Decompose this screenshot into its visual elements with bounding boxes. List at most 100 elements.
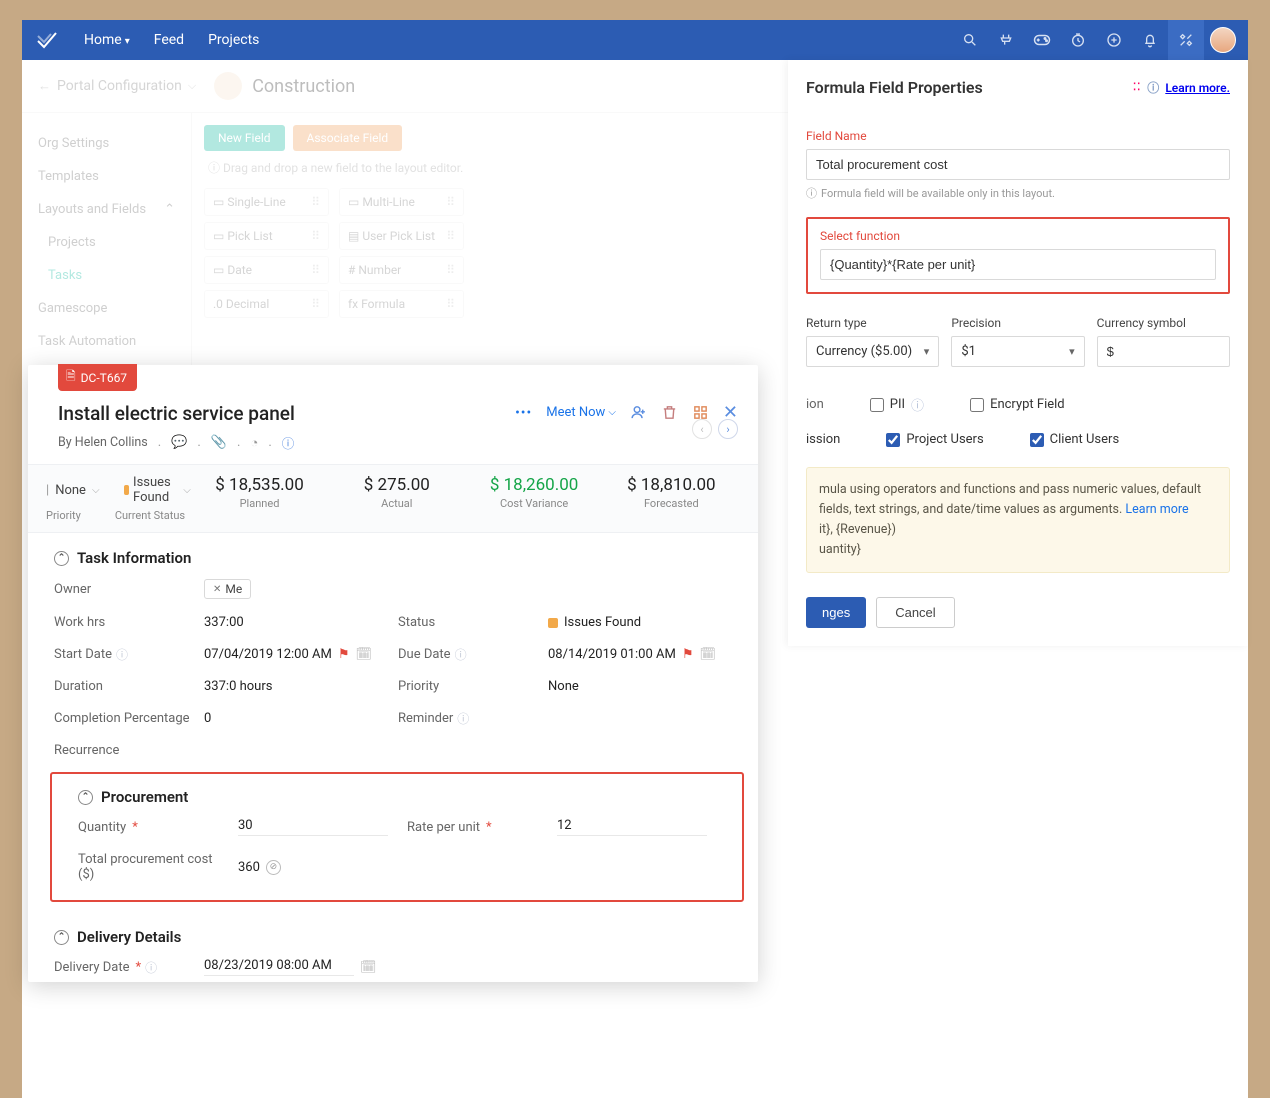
task-title: Install electric service panel (58, 402, 295, 425)
nav-projects[interactable]: Projects (196, 32, 271, 48)
timer-icon[interactable]: ◔ (250, 435, 258, 451)
calendar-icon[interactable]: 🗓 (360, 960, 377, 975)
completion-value[interactable]: 0 (204, 710, 388, 727)
info-icon[interactable]: ⓘ (282, 433, 295, 452)
bell-icon[interactable] (1132, 20, 1168, 60)
delivery-date-value[interactable]: 08/23/2019 08:00 AM 🗓 (204, 958, 732, 976)
associate-field-button[interactable]: Associate Field (293, 125, 403, 151)
help-icon[interactable]: ⓘ (116, 646, 128, 663)
work-hrs-value: 337:00 (204, 615, 388, 630)
nav-home[interactable]: Home▾ (72, 32, 142, 48)
search-icon[interactable] (952, 20, 988, 60)
completion-label: Completion Percentage (54, 710, 194, 727)
task-metrics: |None⌵ Issues Found⌵ PriorityCurrent Sta… (28, 464, 758, 533)
help-icon[interactable]: ⓘ (145, 959, 157, 976)
next-task-button[interactable]: › (718, 419, 738, 439)
field-date[interactable]: ▭ Date⠿ (204, 256, 329, 284)
total-procurement-label: Total procurement cost ($) (78, 852, 228, 882)
top-nav: Home▾ Feed Projects (22, 20, 1248, 60)
back-icon[interactable]: ← (38, 78, 51, 94)
nav-feed[interactable]: Feed (142, 32, 196, 48)
precision-select[interactable]: $1 (951, 336, 1084, 367)
sidenav-gamescope[interactable]: Gamescope (38, 292, 175, 325)
more-menu[interactable]: ••• (515, 405, 532, 421)
formula-properties-panel: Formula Field Properties ⁚⁚ ⓘ Learn more… (788, 60, 1248, 646)
sidenav-layouts[interactable]: Layouts and Fields ⌃ (38, 193, 175, 226)
calendar-icon[interactable]: 🗓 (700, 647, 717, 662)
sidenav-projects[interactable]: Projects (38, 226, 175, 259)
page-title: Construction (252, 76, 355, 97)
attachment-icon[interactable]: 📎 (211, 435, 227, 450)
collapse-icon[interactable]: ⌃ (54, 551, 69, 566)
permission-label: ission (806, 432, 840, 447)
tools-icon[interactable] (1168, 20, 1204, 60)
assign-icon[interactable] (630, 404, 647, 421)
avatar[interactable] (1210, 27, 1236, 53)
encrypt-checkbox[interactable]: Encrypt Field (970, 397, 1065, 412)
game-icon[interactable] (1024, 20, 1060, 60)
sidenav-org[interactable]: Org Settings (38, 127, 175, 160)
field-formula[interactable]: fx Formula⠿ (339, 290, 464, 318)
cancel-button[interactable]: Cancel (876, 597, 954, 628)
status-label: Status (398, 615, 538, 630)
help-icon: ⓘ (911, 395, 924, 414)
task-information-section: ⌃Task Information Owner Me Work hrs 337:… (28, 533, 758, 764)
plug-icon[interactable] (988, 20, 1024, 60)
field-user-pick-list[interactable]: ▤ User Pick List⠿ (339, 222, 464, 250)
collapse-icon[interactable]: ⌃ (54, 930, 69, 945)
quantity-value[interactable]: 30 (238, 818, 388, 836)
project-avatar (214, 72, 242, 100)
calendar-icon[interactable]: 🗓 (356, 647, 373, 662)
priority-label: Priority (398, 679, 538, 694)
planned-value: $ 18,535.00 (191, 475, 328, 495)
owner-label: Owner (54, 579, 194, 599)
new-field-button[interactable]: New Field (204, 125, 285, 151)
owner-chip[interactable]: Me (204, 579, 251, 599)
work-hrs-label: Work hrs (54, 615, 194, 630)
delete-icon[interactable] (661, 404, 678, 421)
sidenav-templates[interactable]: Templates (38, 160, 175, 193)
field-single-line[interactable]: ▭ Single-Line⠿ (204, 188, 329, 216)
currency-symbol-label: Currency symbol (1097, 316, 1230, 330)
breadcrumb-portal[interactable]: Portal Configuration (57, 78, 182, 94)
flag-icon[interactable]: ⚑ (338, 647, 350, 662)
help-icon[interactable]: ⓘ (457, 710, 469, 727)
currency-symbol-input[interactable] (1097, 336, 1230, 367)
client-users-checkbox[interactable]: Client Users (1030, 432, 1119, 447)
due-date-label: Due Dateⓘ (398, 646, 538, 663)
plus-icon[interactable] (1096, 20, 1132, 60)
help-box: mula using operators and functions and p… (806, 467, 1230, 573)
collapse-icon[interactable]: ⌃ (78, 790, 93, 805)
document-icon: 🗎 (66, 367, 76, 388)
pii-checkbox[interactable]: PII ⓘ (870, 395, 924, 414)
meet-now-button[interactable]: Meet Now ⌵ (546, 405, 616, 420)
rate-per-unit-label: Rate per unit* (407, 818, 547, 836)
field-pick-list[interactable]: ▭ Pick List⠿ (204, 222, 329, 250)
field-multi-line[interactable]: ▭ Multi-Line⠿ (339, 188, 464, 216)
formula-input[interactable] (820, 249, 1216, 280)
field-decimal[interactable]: .0 Decimal⠿ (204, 290, 329, 318)
prev-task-button[interactable]: ‹ (692, 419, 712, 439)
due-date-value[interactable]: 08/14/2019 01:00 AM⚑🗓 (548, 646, 732, 663)
field-name-input[interactable] (806, 149, 1230, 180)
duration-value: 337:0 hours (204, 679, 388, 694)
project-users-checkbox[interactable]: Project Users (886, 432, 983, 447)
save-changes-button[interactable]: nges (806, 597, 866, 628)
info-icon: ⓘ (806, 185, 817, 201)
priority-value[interactable]: None (548, 679, 732, 694)
comment-icon[interactable]: 💬 (171, 435, 187, 450)
learn-more-link[interactable]: Learn more. (1165, 81, 1230, 95)
help-learn-more-link[interactable]: Learn more (1125, 502, 1188, 517)
sidenav-tasks[interactable]: Tasks (38, 259, 175, 292)
task-byline: By Helen Collins. 💬. 📎. ◔. ⓘ (58, 433, 295, 452)
return-type-select[interactable]: Currency ($5.00) (806, 336, 939, 367)
sidenav-automation[interactable]: Task Automation (38, 325, 175, 358)
app-logo[interactable] (22, 28, 72, 52)
start-date-value[interactable]: 07/04/2019 12:00 AM⚑🗓 (204, 646, 388, 663)
duration-label: Duration (54, 679, 194, 694)
flag-icon[interactable]: ⚑ (682, 647, 694, 662)
timer-icon[interactable] (1060, 20, 1096, 60)
rate-per-unit-value[interactable]: 12 (557, 818, 707, 836)
help-icon[interactable]: ⓘ (455, 646, 467, 663)
field-number[interactable]: # Number⠿ (339, 256, 464, 284)
